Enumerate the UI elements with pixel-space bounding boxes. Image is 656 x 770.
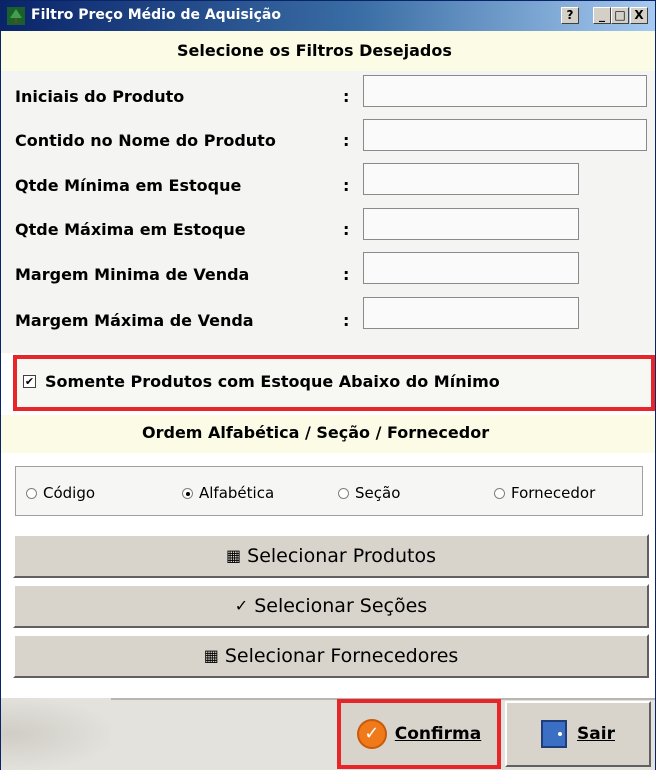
stock-below-min-label[interactable]: Somente Produtos com Estoque Abaixo do M…: [45, 372, 500, 391]
minimize-button[interactable]: _: [593, 7, 611, 24]
label-min-sale-margin: Margem Minima de Venda: [15, 265, 250, 284]
separator: :: [343, 220, 350, 239]
confirm-check-icon: ✓: [356, 719, 387, 749]
window-title: Filtro Preço Médio de Aquisição: [31, 7, 281, 23]
max-sale-margin-input[interactable]: [363, 297, 579, 329]
label-product-initials: Iniciais do Produto: [15, 87, 185, 106]
radio-dot: [494, 488, 505, 499]
separator: :: [343, 131, 350, 150]
radio-fornecedor[interactable]: Fornecedor: [494, 484, 595, 502]
select-suppliers-label: Selecionar Fornecedores: [224, 645, 459, 667]
filters-header: Selecione os Filtros Desejados: [1, 31, 655, 71]
order-header: Ordem Alfabética / Seção / Fornecedor: [1, 415, 655, 453]
calculator-icon: ▦: [203, 646, 219, 665]
radio-dot: [338, 488, 349, 499]
close-button[interactable]: X: [630, 7, 648, 24]
radio-secao-label: Seção: [355, 484, 401, 502]
radio-alfabetica[interactable]: Alfabética: [182, 484, 274, 502]
maximize-button[interactable]: □: [611, 7, 629, 24]
radio-codigo[interactable]: Código: [26, 484, 95, 502]
radio-codigo-label: Código: [43, 484, 96, 502]
select-products-button[interactable]: ▦ Selecionar Produtos: [13, 534, 649, 578]
max-stock-input[interactable]: [363, 208, 579, 240]
label-max-stock: Qtde Máxima em Estoque: [15, 220, 246, 239]
radio-dot-selected: [182, 488, 193, 499]
select-products-label: Selecionar Produtos: [247, 545, 436, 567]
radio-dot: [26, 488, 37, 499]
stock-below-min-checkbox[interactable]: ✔: [23, 375, 36, 388]
calculator-icon: ▦: [226, 546, 242, 565]
radio-alfabetica-label: Alfabética: [199, 484, 275, 502]
min-stock-input[interactable]: [363, 163, 579, 195]
exit-button[interactable]: Sair: [505, 701, 651, 767]
exit-door-icon: [541, 720, 568, 748]
select-sections-label: Selecionar Seções: [254, 595, 428, 617]
filters-header-title: Selecione os Filtros Desejados: [177, 41, 452, 60]
filter-window: Filtro Preço Médio de Aquisição ? _ □ X …: [0, 0, 656, 770]
product-name-contains-input[interactable]: [363, 119, 647, 151]
radio-secao[interactable]: Seção: [338, 484, 400, 502]
label-min-stock: Qtde Mínima em Estoque: [15, 176, 242, 195]
select-suppliers-button[interactable]: ▦ Selecionar Fornecedores: [13, 634, 649, 678]
checkmark-icon: ✓: [234, 596, 249, 615]
help-button[interactable]: ?: [561, 7, 579, 24]
exit-button-content: Sair: [507, 703, 649, 765]
separator: :: [343, 311, 350, 330]
separator: :: [343, 265, 350, 284]
confirm-button-content: ✓ Confirma: [341, 703, 497, 765]
select-sections-button[interactable]: ✓ Selecionar Seções: [13, 584, 649, 628]
min-sale-margin-input[interactable]: [363, 252, 579, 284]
confirm-button[interactable]: ✓ Confirma: [337, 699, 501, 769]
order-radio-group: Código Alfabética Seção Fornecedor: [15, 466, 643, 516]
label-max-sale-margin: Margem Máxima de Venda: [15, 311, 254, 330]
footer-decoration: [1, 698, 111, 770]
label-product-name-contains: Contido no Nome do Produto: [15, 131, 276, 150]
app-tree-icon: [7, 7, 25, 25]
exit-label: Sair: [577, 724, 615, 744]
separator: :: [343, 87, 350, 106]
product-initials-input[interactable]: [363, 75, 647, 107]
stock-below-min-highlight: ✔ Somente Produtos com Estoque Abaixo do…: [13, 355, 655, 411]
order-header-title: Ordem Alfabética / Seção / Fornecedor: [142, 423, 490, 442]
title-bar[interactable]: Filtro Preço Médio de Aquisição ? _ □ X: [1, 1, 655, 31]
confirm-label: Confirma: [394, 724, 482, 744]
radio-fornecedor-label: Fornecedor: [511, 484, 596, 502]
separator: :: [343, 176, 350, 195]
